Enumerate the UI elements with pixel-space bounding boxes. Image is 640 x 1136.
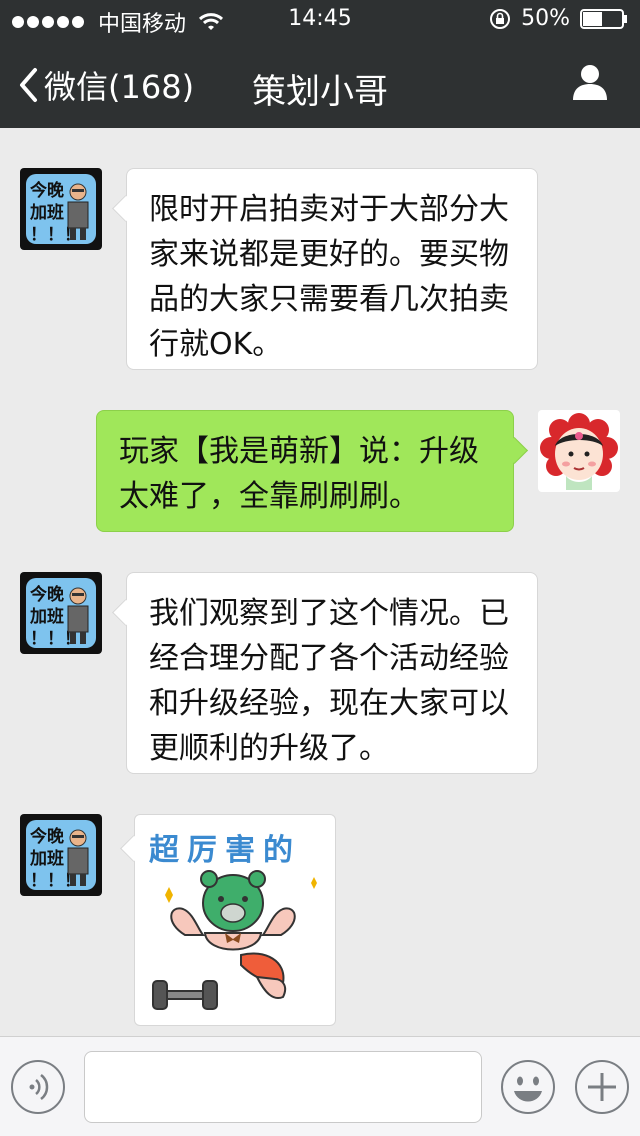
boss-figure-icon (67, 829, 89, 886)
battery-percent: 50% (521, 6, 570, 31)
battery-icon (580, 8, 627, 29)
avatar-boss[interactable]: 今晚 加班 ！！！ (20, 572, 102, 654)
voice-icon[interactable] (10, 1059, 66, 1115)
user-icon[interactable] (570, 62, 610, 102)
sticker-caption: 超厉害的 (149, 833, 301, 868)
rotation-lock-icon (490, 8, 511, 29)
avatar-boss[interactable]: 今晚 加班 ！！！ (20, 168, 102, 250)
boss-figure-icon (67, 183, 89, 240)
sticker-message[interactable]: 超厉害的 (134, 814, 336, 1026)
chat-title: 策划小哥 (252, 72, 388, 112)
avatar-boss[interactable]: 今晚 加班 ！！！ (20, 814, 102, 896)
chat-screen: 中国移动 14:45 50% 微信(168) 策划小哥 今晚 加班 ！！！ 限时… (0, 0, 640, 1136)
boss-figure-icon (67, 587, 89, 644)
flexing-bear-icon (152, 870, 317, 1010)
avatar-self[interactable] (538, 410, 620, 492)
input-bar (0, 1036, 640, 1136)
top-bar: 中国移动 14:45 50% 微信(168) 策划小哥 (0, 0, 640, 128)
message-bubble-left[interactable]: 我们观察到了这个情况。已经合理分配了各个活动经验和升级经验，现在大家可以更顺利的… (126, 572, 538, 774)
message-input[interactable] (84, 1051, 482, 1123)
girl-avatar-icon (540, 413, 618, 490)
avatar-boss-art: 今晚 加班 ！！！ (26, 578, 96, 649)
avatar-boss-art: 今晚 加班 ！！！ (26, 820, 96, 891)
nav-bar: 微信(168) 策划小哥 (0, 40, 640, 128)
plus-icon[interactable] (574, 1059, 630, 1115)
message-bubble-right[interactable]: 玩家【我是萌新】说：升级太难了，全靠刷刷刷。 (96, 410, 514, 532)
status-right: 50% (489, 6, 628, 31)
status-bar: 中国移动 14:45 50% (0, 0, 640, 40)
emoji-icon[interactable] (500, 1059, 556, 1115)
message-bubble-left[interactable]: 限时开启拍卖对于大部分大家来说都是更好的。要买物品的大家只需要看几次拍卖行就OK… (126, 168, 538, 370)
avatar-boss-art: 今晚 加班 ！！！ (26, 174, 96, 245)
